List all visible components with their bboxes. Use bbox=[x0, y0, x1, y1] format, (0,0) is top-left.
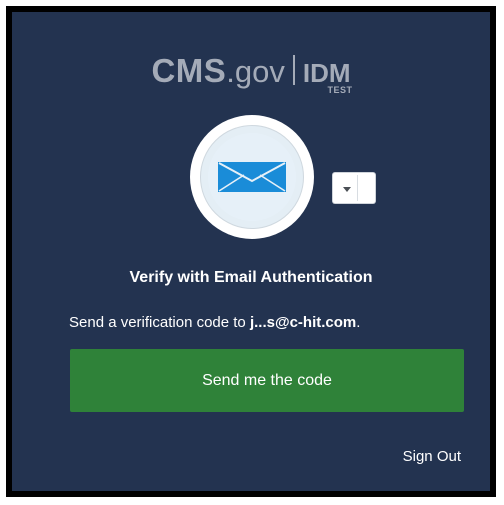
window-frame: CMS.gov IDM TEST Verify with Email Authent… bbox=[6, 6, 496, 497]
send-prefix: Send a verification code to bbox=[69, 314, 250, 331]
logo-idm: IDM TEST bbox=[302, 58, 352, 95]
logo-cms: CMS bbox=[151, 52, 227, 89]
masked-email: j...s@c-hit.com bbox=[249, 314, 357, 331]
logo-divider bbox=[292, 55, 295, 85]
sign-out-link[interactable]: Sign Out bbox=[403, 448, 461, 465]
logo-test-label: TEST bbox=[327, 85, 353, 95]
send-code-button[interactable]: Send me the code bbox=[70, 349, 464, 412]
send-suffix: . bbox=[356, 314, 361, 331]
logo-idm-text: IDM bbox=[302, 58, 351, 88]
logo-gov: .gov bbox=[226, 54, 285, 89]
envelope-icon bbox=[218, 162, 286, 192]
send-instruction: Send a verification code to j...s@c-hit.… bbox=[69, 314, 360, 331]
auth-panel: CMS.gov IDM TEST Verify with Email Authent… bbox=[12, 12, 490, 491]
factor-dropdown[interactable] bbox=[333, 173, 375, 203]
page-title: Verify with Email Authentication bbox=[129, 269, 373, 286]
caret-down-icon bbox=[343, 187, 351, 192]
factor-icon bbox=[190, 115, 314, 239]
factor-dropdown-toggle[interactable] bbox=[335, 175, 358, 201]
cms-idm-logo: CMS.gov IDM TEST bbox=[12, 52, 490, 95]
